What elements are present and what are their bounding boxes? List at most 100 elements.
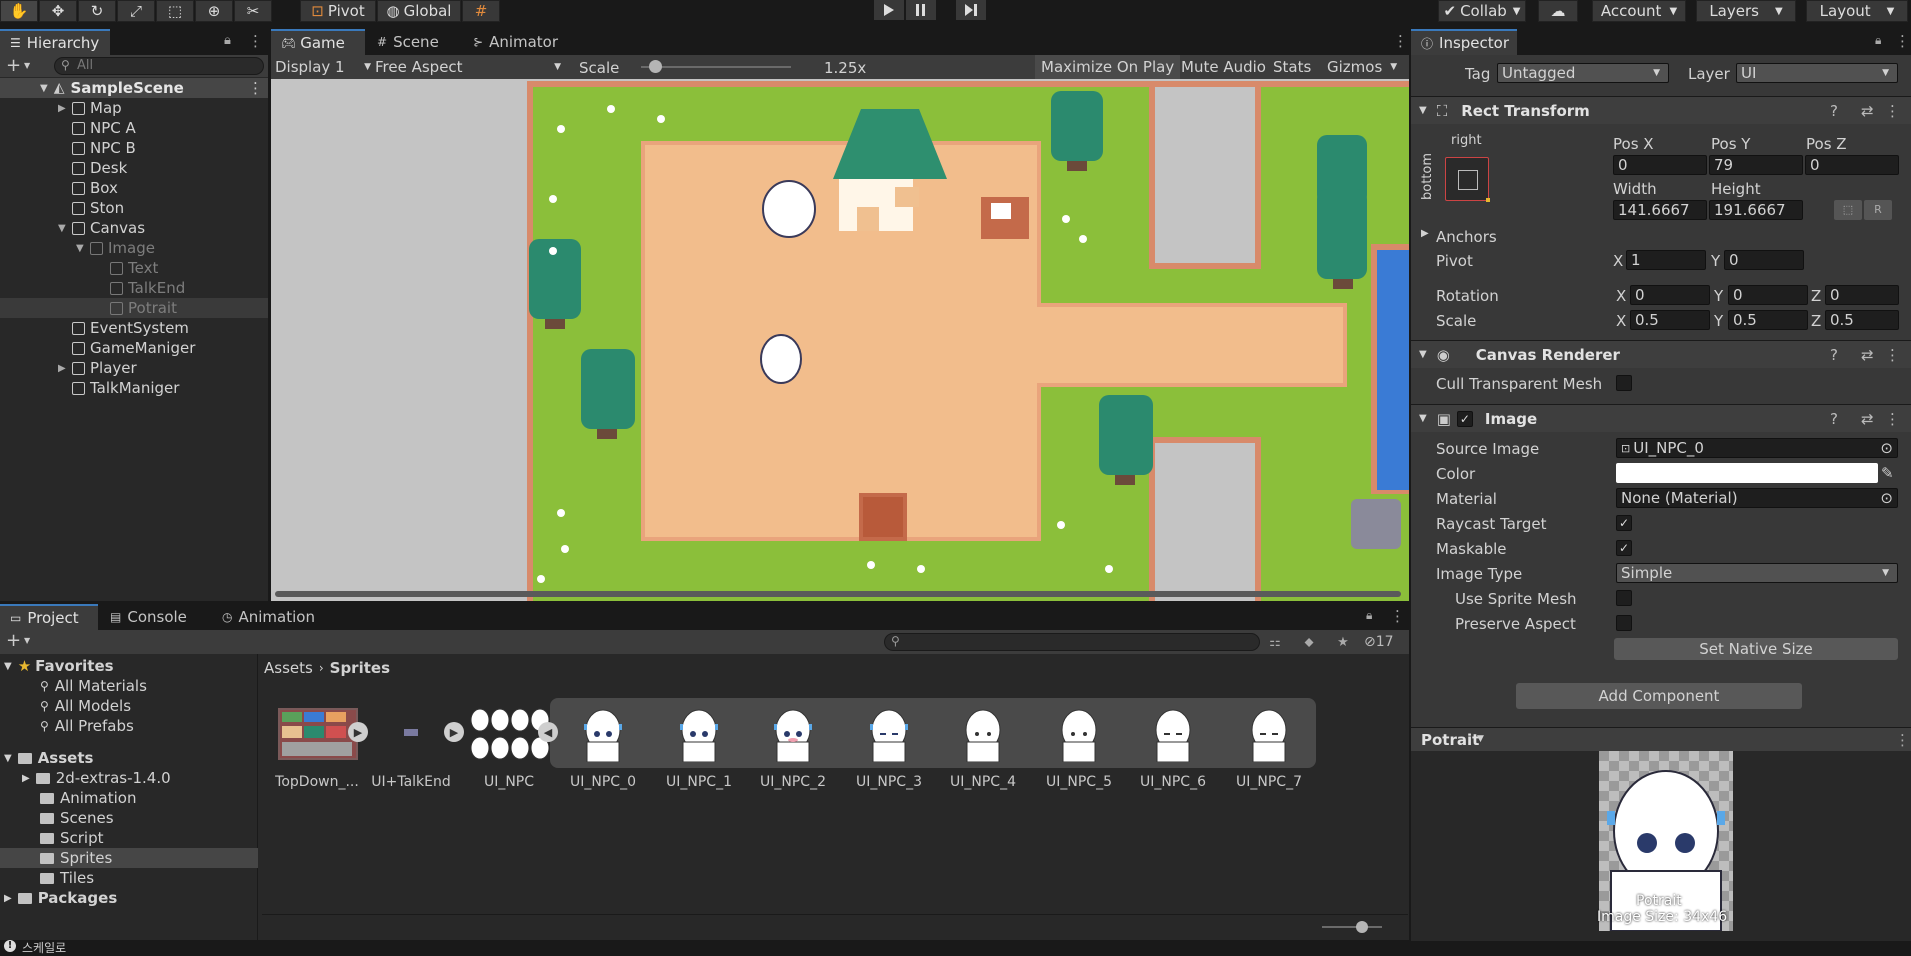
help-icon[interactable]: ?: [1830, 346, 1838, 364]
cloud-button[interactable]: ☁: [1538, 0, 1578, 22]
folder-animation[interactable]: Animation: [40, 788, 136, 808]
hierarchy-item-text[interactable]: Text: [110, 258, 158, 278]
add-icon[interactable]: +: [6, 55, 21, 76]
asset-thumb-ui-npc-5[interactable]: [1058, 706, 1100, 763]
hierarchy-item-player[interactable]: ▶ Player: [58, 358, 137, 378]
filter-by-label-icon[interactable]: ⬥: [1296, 632, 1322, 652]
kebab-menu-icon[interactable]: ⋮: [1390, 607, 1405, 625]
expanded-arrow-icon[interactable]: ▼: [1419, 105, 1427, 116]
hierarchy-item-desk[interactable]: Desk: [72, 158, 127, 178]
tab-project[interactable]: ▭ Project: [0, 604, 98, 630]
favorite-all-prefabs[interactable]: ⚲ All Prefabs: [40, 716, 134, 736]
collapsed-arrow-icon[interactable]: ▶: [22, 773, 30, 784]
hand-tool-icon[interactable]: ✋: [0, 0, 38, 22]
rotation-x-field[interactable]: 0: [1630, 285, 1710, 305]
asset-thumb-ui-npc-0[interactable]: [582, 706, 624, 763]
hierarchy-item-canvas[interactable]: ▼ Canvas: [58, 218, 145, 238]
use-sprite-mesh-checkbox[interactable]: [1616, 590, 1632, 606]
hierarchy-item-eventsystem[interactable]: EventSystem: [72, 318, 189, 338]
grid-snap-icon[interactable]: #: [462, 0, 500, 22]
layers-dropdown[interactable]: Layers ▼: [1696, 0, 1796, 22]
scale-slider-handle[interactable]: [649, 60, 662, 73]
favorite-all-materials[interactable]: ⚲ All Materials: [40, 676, 147, 696]
add-component-button[interactable]: Add Component: [1516, 683, 1802, 709]
kebab-menu-icon[interactable]: ⋮: [1885, 102, 1900, 120]
favorite-all-models[interactable]: ⚲ All Models: [40, 696, 131, 716]
anchor-preset-button[interactable]: [1445, 157, 1490, 202]
move-tool-icon[interactable]: ✥: [39, 0, 77, 22]
hierarchy-item-gamemaniger[interactable]: GameManiger: [72, 338, 195, 358]
asset-thumb-ui-npc-7[interactable]: [1248, 706, 1290, 763]
cull-checkbox[interactable]: [1616, 375, 1632, 391]
collab-dropdown[interactable]: ✔ Collab ▼: [1438, 0, 1526, 22]
lock-icon[interactable]: 🔒︎: [1875, 33, 1881, 48]
layer-dropdown[interactable]: UI ▼: [1736, 63, 1898, 83]
breadcrumb-sprites[interactable]: Sprites: [330, 659, 390, 677]
tab-scene[interactable]: # Scene: [367, 29, 449, 55]
folder-script[interactable]: Script: [40, 828, 104, 848]
object-picker-icon[interactable]: ⊙: [1880, 489, 1893, 507]
gizmos-dropdown[interactable]: Gizmos ▼: [1321, 55, 1409, 79]
kebab-menu-icon[interactable]: ⋮: [1393, 32, 1408, 50]
collapsed-arrow-icon[interactable]: ▶: [58, 103, 72, 114]
source-image-field[interactable]: ⊡ UI_NPC_0 ⊙: [1616, 438, 1898, 458]
asset-thumb-ui-talkend[interactable]: [404, 729, 418, 736]
kebab-menu-icon[interactable]: ⋮: [1885, 410, 1900, 428]
hierarchy-item-image[interactable]: ▼ Image: [76, 238, 155, 258]
kebab-menu-icon[interactable]: ⋮: [1895, 731, 1910, 749]
rect-tool-icon[interactable]: ⬚: [156, 0, 194, 22]
asset-thumb-ui-npc-2[interactable]: [772, 706, 814, 763]
step-button[interactable]: [956, 0, 986, 20]
rect-transform-header[interactable]: ▼ ⛶ Rect Transform ? ⇄ ⋮: [1411, 96, 1911, 124]
collapse-sprites-button[interactable]: ◀: [538, 722, 558, 742]
tab-hierarchy[interactable]: ☰ Hierarchy: [0, 29, 110, 55]
raw-edit-button[interactable]: R: [1864, 200, 1892, 220]
expanded-arrow-icon[interactable]: ▼: [1419, 349, 1427, 360]
set-native-size-button[interactable]: Set Native Size: [1614, 638, 1898, 660]
hierarchy-item-map[interactable]: ▶ Map: [58, 98, 122, 118]
pause-button[interactable]: [906, 0, 936, 20]
icon-size-slider-track[interactable]: [1322, 926, 1382, 928]
asset-thumb-topdown[interactable]: [278, 708, 358, 760]
pivot-x-field[interactable]: 1: [1626, 250, 1706, 270]
tag-dropdown[interactable]: Untagged ▼: [1497, 63, 1669, 83]
lock-icon[interactable]: 🔒︎: [224, 33, 231, 48]
height-field[interactable]: 191.6667: [1709, 200, 1803, 220]
game-viewport[interactable]: [271, 79, 1409, 601]
assets-folder[interactable]: ▼ Assets: [4, 748, 93, 768]
blueprint-mode-button[interactable]: ⬚: [1834, 200, 1862, 220]
scale-y-field[interactable]: 0.5: [1728, 310, 1808, 330]
tab-console[interactable]: ▤ Console: [100, 604, 197, 630]
asset-thumb-ui-npc-1[interactable]: [678, 706, 720, 763]
hierarchy-item-talkmaniger[interactable]: TalkManiger: [72, 378, 179, 398]
chevron-down-icon[interactable]: ▼: [24, 61, 30, 70]
scale-z-field[interactable]: 0.5: [1825, 310, 1899, 330]
rotation-y-field[interactable]: 0: [1728, 285, 1808, 305]
expand-arrow-icon[interactable]: ▼: [40, 83, 48, 94]
tab-animator[interactable]: ⊱ Animator: [463, 29, 568, 55]
hierarchy-search-input[interactable]: ⚲ All: [54, 57, 264, 75]
layout-dropdown[interactable]: Layout ▼: [1806, 0, 1908, 22]
expanded-arrow-icon[interactable]: ▼: [4, 753, 12, 764]
collapsed-arrow-icon[interactable]: ▶: [58, 363, 72, 374]
pivot-toggle[interactable]: ⊡ Pivot: [300, 0, 376, 22]
filter-by-type-icon[interactable]: ⚏: [1262, 632, 1288, 652]
image-enabled-checkbox[interactable]: ✓: [1456, 410, 1473, 427]
project-search-input[interactable]: ⚲: [884, 633, 1260, 651]
expanded-arrow-icon[interactable]: ▼: [1419, 413, 1427, 424]
help-icon[interactable]: ?: [1830, 410, 1838, 428]
hierarchy-item-talkend[interactable]: TalkEnd: [110, 278, 185, 298]
transform-tool-icon[interactable]: ⊕: [195, 0, 233, 22]
folder-2d-extras[interactable]: ▶ 2d-extras-1.4.0: [22, 768, 171, 788]
favorite-star-icon[interactable]: ★: [1330, 632, 1356, 652]
hierarchy-item-npc-b[interactable]: NPC B: [72, 138, 136, 158]
maskable-checkbox[interactable]: ✓: [1616, 540, 1632, 556]
asset-thumb-ui-npc-6[interactable]: [1152, 706, 1194, 763]
scene-row[interactable]: ▼ ◭ SampleScene ⋮: [0, 78, 268, 98]
preview-header[interactable]: Potrait ▼ ⋮: [1411, 727, 1911, 751]
hierarchy-item-potrait[interactable]: Potrait: [0, 298, 268, 318]
expanded-arrow-icon[interactable]: ▼: [58, 223, 72, 234]
mute-audio-toggle[interactable]: Mute Audio: [1175, 55, 1272, 79]
tab-inspector[interactable]: ⓘ Inspector: [1411, 29, 1517, 55]
collapsed-arrow-icon[interactable]: ▶: [4, 893, 12, 904]
